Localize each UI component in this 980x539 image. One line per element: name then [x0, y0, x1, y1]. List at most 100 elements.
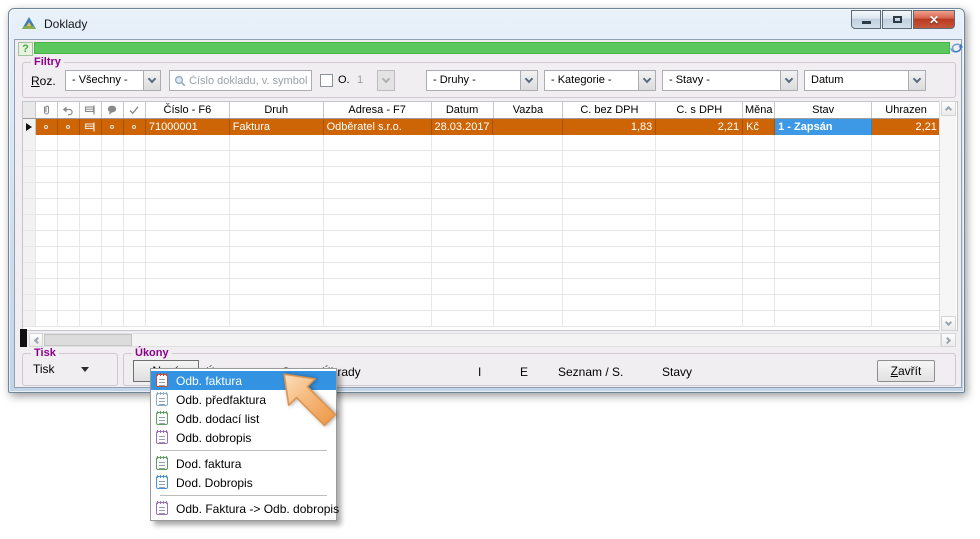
- stavy-select-arrow[interactable]: [780, 70, 798, 91]
- flag-icon: [84, 104, 96, 116]
- column-cislo[interactable]: Číslo - F6: [146, 102, 230, 118]
- chevron-down-icon: [643, 75, 651, 83]
- column-attachment[interactable]: [36, 102, 58, 118]
- import-button[interactable]: I: [478, 365, 481, 379]
- cell-undo: [58, 119, 80, 135]
- kategorie-select[interactable]: - Kategorie -: [544, 70, 656, 91]
- table-empty-row: [23, 199, 940, 215]
- menu-item-odb-dobropis[interactable]: Odb. dobropis: [151, 428, 336, 447]
- dropdown-arrow-icon: [81, 367, 89, 372]
- o-select-arrow: [377, 70, 395, 91]
- o-label: O.: [338, 74, 350, 86]
- scroll-down-button[interactable]: [941, 316, 956, 331]
- cell-cislo: 71000001: [146, 119, 230, 135]
- dot-icon: [44, 125, 48, 129]
- seznam-button[interactable]: Seznam / S.: [558, 365, 623, 379]
- column-comment[interactable]: [102, 102, 124, 118]
- window-title: Doklady: [44, 17, 87, 31]
- column-uhrazeno[interactable]: Uhrazen: [872, 102, 940, 118]
- help-button[interactable]: ?: [18, 42, 33, 56]
- tisk-group-label: Tisk: [31, 347, 59, 359]
- search-input[interactable]: [189, 75, 307, 87]
- cell-uhrazeno: 2,21: [872, 119, 940, 135]
- dot-icon: [66, 125, 70, 129]
- table-empty-row: [23, 295, 940, 311]
- stavy-button[interactable]: Stavy: [662, 365, 692, 379]
- cell-cena-s-dph: 2,21: [656, 119, 743, 135]
- column-datum[interactable]: Datum: [432, 102, 494, 118]
- cell-attachment: [36, 119, 58, 135]
- druhy-select-value[interactable]: - Druhy -: [426, 70, 520, 91]
- cell-mena: Kč: [743, 119, 775, 135]
- close-window-button[interactable]: ✕: [913, 10, 955, 29]
- search-icon: [174, 75, 186, 87]
- menu-item-label: Dod. Dobropis: [176, 476, 253, 490]
- cell-druh: Faktura: [230, 119, 324, 135]
- app-logo-icon: [21, 16, 37, 31]
- menu-item-dod-faktura[interactable]: Dod. faktura: [151, 454, 336, 473]
- datum-select-value[interactable]: Datum: [804, 70, 908, 91]
- horizontal-scrollbar-thumb[interactable]: [44, 334, 132, 346]
- column-adresa[interactable]: Adresa - F7: [324, 102, 432, 118]
- scroll-right-button[interactable]: [941, 333, 956, 347]
- app-window: Doklady ✕ ? Filtry Roz. - Všechny -: [8, 8, 965, 393]
- documents-table: Číslo - F6 Druh Adresa - F7 Datum Vazba …: [22, 101, 958, 331]
- refresh-icon[interactable]: [949, 40, 964, 56]
- column-vazba[interactable]: Vazba: [494, 102, 564, 118]
- range-select-value[interactable]: - Všechny -: [65, 70, 143, 91]
- invoice-note-icon: [156, 502, 168, 515]
- grid-corner-block: [20, 329, 27, 347]
- column-mena[interactable]: Měna: [743, 102, 775, 118]
- druhy-select[interactable]: - Druhy -: [426, 70, 538, 91]
- column-stav[interactable]: Stav: [775, 102, 872, 118]
- cell-adresa: Odběratel s.r.o.: [324, 119, 432, 135]
- menu-item-label: Odb. dodací list: [176, 412, 259, 426]
- column-cena-bez-dph[interactable]: C. bez DPH: [563, 102, 656, 118]
- menu-item-odb-faktura-dobropis[interactable]: Odb. Faktura -> Odb. dobropis: [151, 499, 336, 518]
- zavrit-button[interactable]: Zavřít: [877, 360, 935, 382]
- tisk-dropdown-label: Tisk: [33, 362, 55, 376]
- druhy-select-arrow[interactable]: [520, 70, 538, 91]
- cell-cena-bez-dph: 1,83: [563, 119, 656, 135]
- chevron-down-icon: [913, 75, 921, 83]
- column-check[interactable]: [124, 102, 146, 118]
- column-flag[interactable]: [80, 102, 102, 118]
- cell-datum: 28.03.2017: [432, 119, 494, 135]
- kategorie-select-arrow[interactable]: [638, 70, 656, 91]
- titlebar[interactable]: Doklady ✕: [9, 9, 964, 38]
- column-druh[interactable]: Druh: [230, 102, 324, 118]
- minimize-button[interactable]: [851, 10, 881, 29]
- scroll-left-button[interactable]: [29, 333, 43, 347]
- range-select-arrow[interactable]: [143, 70, 161, 91]
- stavy-select[interactable]: - Stavy -: [662, 70, 798, 91]
- menu-item-label: Odb. dobropis: [176, 431, 251, 445]
- datum-select[interactable]: Datum: [804, 70, 926, 91]
- kategorie-select-value[interactable]: - Kategorie -: [544, 70, 638, 91]
- datum-select-arrow[interactable]: [908, 70, 926, 91]
- chevron-left-icon: [33, 336, 40, 343]
- search-box[interactable]: [169, 70, 312, 91]
- range-select[interactable]: - Všechny -: [65, 70, 161, 91]
- table-row-selected[interactable]: 71000001 Faktura Odběratel s.r.o. 28.03.…: [23, 119, 940, 135]
- export-button[interactable]: E: [520, 365, 528, 379]
- menu-separator: [160, 495, 327, 496]
- invoice-note-icon: [156, 431, 168, 444]
- maximize-button[interactable]: [882, 10, 912, 29]
- column-undo[interactable]: [58, 102, 80, 118]
- o-checkbox[interactable]: [320, 74, 333, 87]
- comment-icon: [106, 104, 118, 116]
- column-cena-s-dph[interactable]: C. s DPH: [656, 102, 743, 118]
- table-empty-row: [23, 151, 940, 167]
- header-row-indicator: [23, 102, 36, 118]
- stavy-select-value[interactable]: - Stavy -: [662, 70, 780, 91]
- scroll-up-button[interactable]: [941, 101, 956, 116]
- menu-item-dod-dobropis[interactable]: Dod. Dobropis: [151, 473, 336, 492]
- vertical-scrollbar[interactable]: [939, 101, 956, 331]
- horizontal-scrollbar[interactable]: [29, 333, 941, 347]
- table-empty-row: [23, 279, 940, 295]
- dot-icon: [110, 125, 114, 129]
- cell-comment: [102, 119, 124, 135]
- filters-group-label: Filtry: [31, 56, 64, 68]
- tisk-dropdown-button[interactable]: Tisk: [33, 362, 89, 376]
- check-icon: [128, 104, 140, 116]
